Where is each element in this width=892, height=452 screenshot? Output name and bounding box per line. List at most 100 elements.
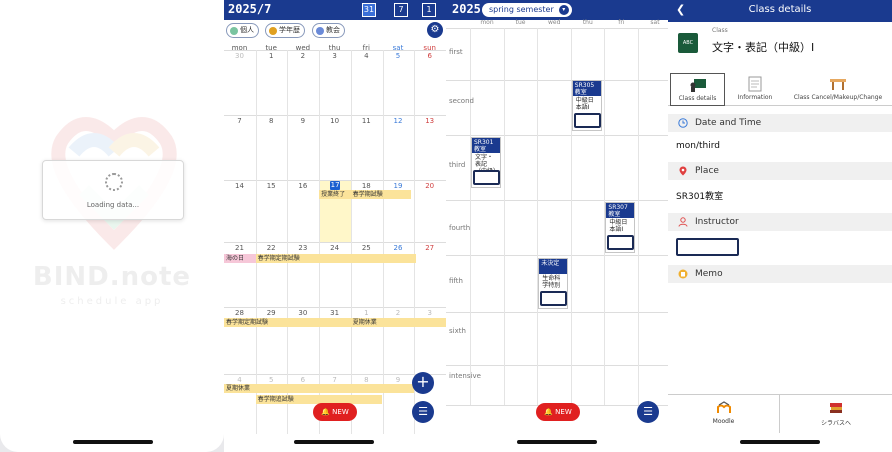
moodle-button[interactable]: Moodle	[668, 395, 780, 433]
day-cell[interactable]: 24	[319, 244, 350, 252]
day-cell[interactable]: 9	[383, 376, 414, 384]
calendar-event[interactable]: 春学期定期試験	[255, 254, 416, 263]
day-cell[interactable]: 25	[351, 244, 382, 252]
day-cell[interactable]: 8	[256, 117, 287, 125]
menu-icon[interactable]: ☰	[637, 401, 659, 423]
teacher-board-icon	[690, 79, 706, 92]
tab-cancel-makeup-change[interactable]: Class Cancel/Makeup/Change	[786, 73, 890, 106]
day-cell[interactable]: 23	[287, 244, 318, 252]
day-cell[interactable]: 4	[224, 376, 255, 384]
day-cell[interactable]: 10	[319, 117, 350, 125]
new-button[interactable]: 🔔 NEW	[313, 403, 357, 421]
day-cell[interactable]: 11	[351, 117, 382, 125]
day-cell[interactable]: 8	[351, 376, 382, 384]
grid-line	[446, 365, 668, 366]
today-date[interactable]: 17	[330, 181, 341, 190]
day-cell[interactable]: 27	[414, 244, 445, 252]
day-cell[interactable]: 5	[383, 52, 414, 60]
period-label: fourth	[449, 224, 471, 232]
day-cell[interactable]: 30	[287, 309, 318, 317]
date-time-value: mon/third	[676, 141, 720, 151]
calendar-event[interactable]: 授業終了	[319, 190, 351, 199]
class-block[interactable]: SR301教室 文字・表記（中級）	[471, 137, 501, 188]
filter-bar: 個人 学年歴 教会 ⚙	[224, 20, 446, 40]
new-button[interactable]: 🔔 NEW	[536, 403, 580, 421]
calendar-event[interactable]: 春学期試験	[350, 190, 412, 199]
day-cell[interactable]: 1	[351, 309, 382, 317]
memo-section: Memo	[668, 265, 892, 283]
day-cell[interactable]: 14	[224, 182, 255, 190]
calendar-event[interactable]: 春学期定期試験	[224, 318, 351, 327]
tab-class-details[interactable]: Class details	[670, 73, 725, 106]
semester-label: spring semester	[489, 5, 554, 14]
day-cell[interactable]: 3	[319, 52, 350, 60]
syllabus-label: シラバスへ	[821, 420, 851, 427]
class-block[interactable]: SR307教室 中級日本語Ⅰ	[605, 202, 636, 253]
day-cell[interactable]: 31	[319, 309, 350, 317]
tab-label: Class details	[678, 95, 717, 102]
day-cell[interactable]: 16	[287, 182, 318, 190]
details-header: ❮ Class details	[668, 0, 892, 22]
day-cell[interactable]: 30	[224, 52, 255, 60]
day-cell[interactable]: 7	[224, 117, 255, 125]
day-cell[interactable]: 21	[224, 244, 255, 252]
class-title: 生命科学特別	[542, 275, 561, 289]
day-cell[interactable]: 26	[383, 244, 414, 252]
grid-line	[446, 200, 668, 201]
day-cell[interactable]: 18	[351, 182, 382, 190]
grid-line	[638, 28, 639, 405]
desk-icon	[830, 79, 846, 90]
day-cell[interactable]: 6	[414, 52, 445, 60]
class-block[interactable]: 未決定 生命科学特別	[538, 258, 569, 309]
add-event-button[interactable]: +	[412, 372, 434, 394]
day-cell[interactable]: 6	[287, 376, 318, 384]
day-cell[interactable]: 13	[414, 117, 445, 125]
menu-icon[interactable]: ☰	[412, 401, 434, 423]
period-label: first	[449, 48, 463, 56]
class-title: 中級日本語Ⅰ	[575, 97, 594, 111]
section-title: Place	[695, 166, 719, 176]
section-title: Date and Time	[695, 118, 762, 128]
filter-chip-label: 学年歴	[279, 26, 300, 34]
day-view-button[interactable]: 1	[422, 3, 436, 17]
semester-select[interactable]: spring semester ▾	[482, 3, 572, 17]
day-cell[interactable]: 5	[256, 376, 287, 384]
filter-chip-church[interactable]: 教会	[312, 23, 345, 38]
day-cell[interactable]: 12	[383, 117, 414, 125]
person-icon	[678, 217, 688, 227]
settings-gear-icon[interactable]: ⚙	[427, 22, 443, 38]
calendar-event[interactable]: 海の日	[224, 254, 256, 263]
grid-line	[446, 255, 668, 256]
day-cell[interactable]: 2	[287, 52, 318, 60]
day-cell[interactable]: 19	[383, 182, 414, 190]
day-cell[interactable]: 28	[224, 309, 255, 317]
day-cell[interactable]: 7	[319, 376, 350, 384]
day-cell[interactable]: 1	[256, 52, 287, 60]
grid-line	[224, 115, 446, 116]
calendar-event[interactable]: 夏期休業	[224, 384, 415, 393]
month-view-button[interactable]: 31	[362, 3, 376, 17]
week-view-button[interactable]: 7	[394, 3, 408, 17]
class-title: 文字・表記（中級）	[475, 154, 499, 170]
filter-chip-personal[interactable]: 個人	[226, 23, 259, 38]
day-cell[interactable]: 4	[351, 52, 382, 60]
weekday-label: fri	[618, 19, 625, 26]
day-cell[interactable]: 9	[287, 117, 318, 125]
filter-chip-label: 個人	[240, 26, 254, 34]
filter-chip-academic[interactable]: 学年歴	[265, 23, 305, 38]
day-cell[interactable]: 2	[383, 309, 414, 317]
day-cell[interactable]: 15	[256, 182, 287, 190]
section-title: Instructor	[695, 217, 739, 227]
period-label: sixth	[449, 327, 466, 335]
day-cell[interactable]: 22	[256, 244, 287, 252]
section-title: Memo	[695, 269, 723, 279]
day-cell[interactable]: 3	[414, 309, 445, 317]
class-block[interactable]: SR305教室 中級日本語Ⅰ	[571, 80, 602, 131]
month-calendar-screen: 2025/7 31 7 1 個人 学年歴 教会 ⚙ mon tue wed thu fr…	[224, 0, 446, 452]
app-screens: Loading data... BIND.note schedule app 2…	[0, 0, 892, 452]
syllabus-button[interactable]: シラバスへ	[780, 395, 892, 433]
day-cell[interactable]: 20	[414, 182, 445, 190]
day-cell[interactable]: 29	[256, 309, 287, 317]
tab-information[interactable]: Information	[730, 73, 780, 106]
calendar-event[interactable]: 夏期休業	[350, 318, 446, 327]
